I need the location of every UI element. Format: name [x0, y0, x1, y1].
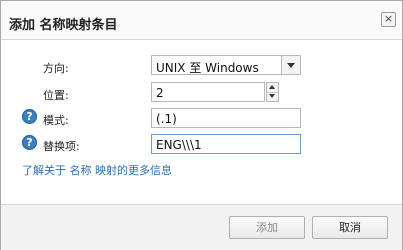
position-label: 位置:	[43, 89, 69, 102]
position-input-value: 2	[156, 86, 164, 100]
close-icon[interactable]: ×	[381, 12, 396, 27]
add-button[interactable]: 添加	[229, 216, 305, 239]
replacement-label: 替换项:	[43, 140, 80, 153]
cancel-button[interactable]: 取消	[312, 216, 388, 239]
pattern-input-value: (.1)	[156, 112, 177, 126]
replacement-input[interactable]: ENG\\\1	[151, 134, 301, 154]
dialog-title: 添加 名称映射条目	[9, 18, 118, 33]
add-name-mapping-dialog: 添加 名称映射条目 × 方向: UNIX 至 Windows 位置: 2 ? 模…	[0, 0, 403, 250]
position-spinner[interactable]	[266, 82, 279, 102]
replacement-help-icon[interactable]: ?	[22, 135, 37, 150]
spinner-down-icon[interactable]	[267, 92, 278, 101]
direction-select-value: UNIX 至 Windows	[156, 61, 259, 75]
dialog-footer: 添加 取消	[1, 204, 402, 250]
chevron-down-icon[interactable]	[281, 56, 300, 74]
position-input[interactable]: 2	[151, 82, 265, 102]
direction-select[interactable]: UNIX 至 Windows	[151, 55, 301, 75]
pattern-input[interactable]: (.1)	[151, 108, 301, 128]
pattern-help-icon[interactable]: ?	[22, 109, 37, 124]
learn-more-link[interactable]: 了解关于 名称 映射的更多信息	[22, 162, 172, 178]
direction-label: 方向:	[43, 62, 69, 75]
pattern-label: 模式:	[43, 114, 69, 127]
replacement-input-value: ENG\\\1	[156, 138, 202, 152]
dialog-titlebar: 添加 名称映射条目 ×	[1, 1, 402, 40]
